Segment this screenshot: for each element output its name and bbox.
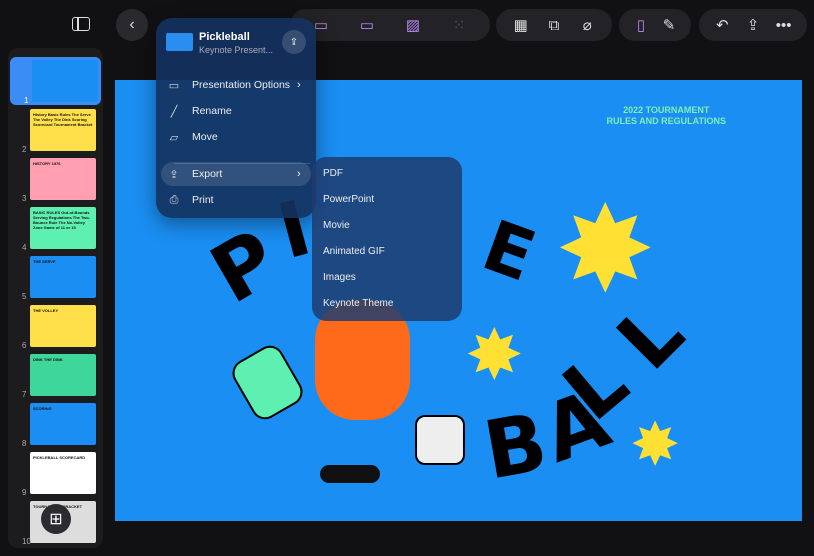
folder-icon: ▱	[169, 131, 179, 144]
share-button[interactable]: ⇪	[282, 30, 306, 54]
slide-thumbnail-1[interactable]: 1	[10, 57, 101, 105]
export-submenu: PDF PowerPoint Movie Animated GIF Images Keyn…	[312, 157, 462, 321]
plus-square-icon: ⊞	[49, 511, 63, 528]
slide-number: 7	[22, 390, 27, 399]
slide-number: 6	[22, 341, 27, 350]
slide-thumbnail-9[interactable]: PICKLEBALL SCORECARD 9	[8, 449, 103, 497]
menu-item-presentation-options[interactable]: ▭ Presentation Options ›	[161, 73, 311, 97]
insert-toolbar: ▭ ▭ ▨ ⁙	[290, 9, 490, 41]
export-powerpoint[interactable]: PowerPoint	[312, 187, 462, 213]
slide-subtitle: 2022 TOURNAMENT RULES AND REGULATIONS	[606, 105, 726, 127]
paintbrush-icon[interactable]: ✎	[656, 16, 682, 34]
image-sparkle-icon[interactable]: ▨	[400, 16, 426, 34]
document-type: Keynote Present...	[199, 45, 274, 55]
thumbnail-image	[32, 60, 98, 102]
slide-thumbnail-4[interactable]: BASIC RULES Out-of-Bounds Serving Regula…	[8, 204, 103, 252]
subtitle-line-2: RULES AND REGULATIONS	[606, 116, 726, 126]
slide-thumbnail-6[interactable]: THE VOLLEY 6	[8, 302, 103, 350]
slide-thumbnail-8[interactable]: SCORING 8	[8, 400, 103, 448]
menu-item-label: Presentation Options	[192, 79, 291, 91]
chevron-right-icon: ›	[297, 168, 301, 180]
thumbnail-image: THE VOLLEY	[30, 305, 96, 347]
screen-icon: ▭	[168, 79, 180, 92]
slide-number: 10	[22, 537, 31, 546]
add-slide-button[interactable]: ⊞	[41, 504, 71, 534]
media-sparkle-icon[interactable]: ▭	[354, 16, 380, 34]
object-toolbar: ▦ ⧉ ⌀	[496, 9, 612, 41]
share-icon[interactable]: ⇪	[740, 16, 766, 34]
action-toolbar: ↶ ⇪ •••	[699, 9, 807, 41]
thumbnail-image: HISTORY 1976	[30, 158, 96, 200]
document-menu: Pickleball Keynote Present... ⇪ ▭ Present…	[156, 18, 316, 218]
thumbnail-image: THE SERVE	[30, 256, 96, 298]
layers-icon[interactable]: ▯	[628, 16, 654, 34]
thumbnail-image: History Basic Rules The Serve The Volley…	[30, 109, 96, 151]
format-toolbar: ▯ ✎	[619, 9, 691, 41]
export-keynote-theme[interactable]: Keynote Theme	[312, 291, 462, 317]
slide-number: 1	[24, 96, 29, 105]
menu-item-label: Move	[192, 131, 218, 143]
export-images[interactable]: Images	[312, 265, 462, 291]
slide-thumbnail-5[interactable]: THE SERVE 5	[8, 253, 103, 301]
document-thumbnail	[166, 33, 193, 51]
slide-thumbnail-3[interactable]: HISTORY 1976 3	[8, 155, 103, 203]
pencil-icon: ╱	[170, 105, 178, 118]
chevron-left-icon: ‹	[129, 16, 135, 33]
menu-item-print[interactable]: ⎙ Print	[161, 188, 311, 212]
menu-item-label: Print	[192, 194, 214, 206]
slide-number: 5	[22, 292, 27, 301]
slide-navigator: 1 History Basic Rules The Serve The Volle…	[8, 48, 103, 548]
menu-item-label: Export	[192, 168, 223, 180]
menu-item-export[interactable]: ⇪ Export ›	[161, 162, 311, 186]
slide-thumbnail-7[interactable]: DINK THE DINK 7	[8, 351, 103, 399]
table-chart-icon[interactable]: ▦	[508, 16, 534, 34]
menu-item-move[interactable]: ▱ Move	[161, 125, 311, 149]
menu-divider	[174, 163, 310, 164]
document-title: Pickleball	[199, 31, 250, 43]
grid-icon[interactable]: ⁙	[446, 16, 472, 34]
thumbnail-image: BASIC RULES Out-of-Bounds Serving Regula…	[30, 207, 96, 249]
share-icon: ⇪	[289, 36, 299, 48]
thumbnail-image: PICKLEBALL SCORECARD	[30, 452, 96, 494]
slide-number: 2	[22, 145, 27, 154]
export-animated-gif[interactable]: Animated GIF	[312, 239, 462, 265]
printer-icon: ⎙	[169, 193, 179, 206]
slide-number: 8	[22, 439, 27, 448]
paperclip-icon[interactable]: ⌀	[574, 16, 600, 34]
slide-number: 9	[22, 488, 27, 497]
thumbnail-image: DINK THE DINK	[30, 354, 96, 396]
chevron-right-icon: ›	[297, 79, 301, 91]
shapes-icon[interactable]: ⧉	[541, 17, 567, 34]
menu-item-label: Rename	[192, 105, 232, 117]
more-icon[interactable]: •••	[771, 17, 797, 34]
sidebar-icon[interactable]	[72, 17, 90, 31]
export-movie[interactable]: Movie	[312, 213, 462, 239]
export-pdf[interactable]: PDF	[312, 161, 462, 187]
menu-item-rename[interactable]: ╱ Rename	[161, 99, 311, 123]
slide-thumbnail-2[interactable]: History Basic Rules The Serve The Volley…	[8, 106, 103, 154]
slide-number: 4	[22, 243, 27, 252]
undo-icon[interactable]: ↶	[709, 16, 735, 34]
export-icon: ⇪	[169, 168, 179, 181]
subtitle-line-1: 2022 TOURNAMENT	[623, 105, 710, 115]
thumbnail-image: SCORING	[30, 403, 96, 445]
slide-number: 3	[22, 194, 27, 203]
back-button[interactable]: ‹	[116, 9, 148, 41]
